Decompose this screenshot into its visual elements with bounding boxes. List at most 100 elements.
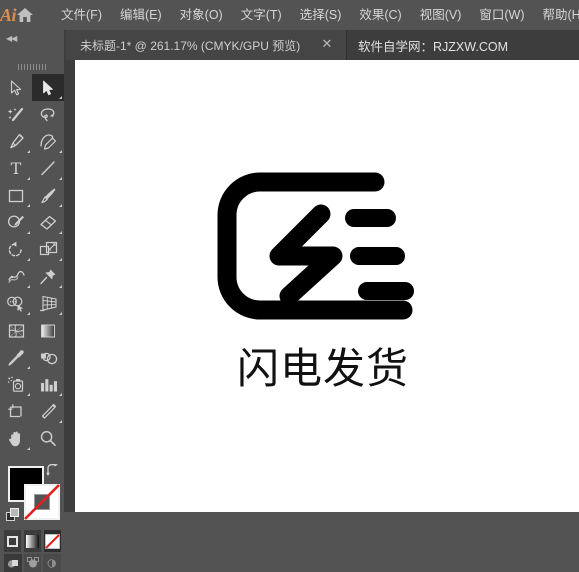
mesh-tool[interactable] <box>0 317 32 344</box>
panel-collapse-area[interactable]: ◀◀ <box>0 30 64 60</box>
eraser-tool[interactable] <box>32 209 64 236</box>
tool-flyout-indicator <box>59 258 62 261</box>
app-logo: Ai <box>0 4 17 25</box>
tool-flyout-indicator <box>27 447 30 450</box>
canvas-gutter <box>64 60 75 512</box>
paintbrush-tool[interactable] <box>32 182 64 209</box>
pushpin-icon <box>40 269 56 285</box>
symbol-sprayer-tool[interactable] <box>0 371 32 398</box>
solid-color-icon <box>7 535 18 547</box>
bar-graph-icon <box>40 378 57 391</box>
swap-arrow-icon[interactable] <box>45 463 59 480</box>
draw-normal-icon <box>7 560 18 568</box>
menu-help[interactable]: 帮助(H) <box>534 0 579 30</box>
tool-flyout-indicator <box>59 312 62 315</box>
draw-normal-button[interactable] <box>4 554 22 572</box>
blend-tool[interactable] <box>32 344 64 371</box>
none-slash-icon <box>24 484 60 520</box>
lasso-tool[interactable] <box>32 101 64 128</box>
slice-tool[interactable] <box>32 398 64 425</box>
pen-icon <box>10 133 24 149</box>
arrow-outline-icon <box>10 79 21 95</box>
menu-bar: Ai 文件(F) 编辑(E) 对象(O) 文字(T) 选择(S) 效果(C) 视… <box>0 0 579 30</box>
width-tool[interactable] <box>0 263 32 290</box>
hand-tool[interactable] <box>0 425 32 452</box>
zoom-tool[interactable] <box>32 425 64 452</box>
none-mode-button[interactable] <box>44 530 61 552</box>
watermark-label: 软件自学网：RJZXW.COM <box>358 39 508 54</box>
type-tool[interactable]: T <box>0 155 32 182</box>
paint-mode-bar <box>4 530 61 552</box>
perspective-grid-tool[interactable] <box>32 290 64 317</box>
menu-effect[interactable]: 效果(C) <box>350 0 410 30</box>
artboard-tool[interactable] <box>0 398 32 425</box>
curvature-icon <box>40 134 57 150</box>
collapse-panel-icon[interactable]: ◀◀ <box>6 34 17 43</box>
color-controls <box>0 460 64 572</box>
rectangle-icon <box>8 189 24 202</box>
tool-flyout-indicator <box>59 420 62 423</box>
menu-type[interactable]: 文字(T) <box>232 0 291 30</box>
artwork-caption-wrap[interactable]: 闪电发货 <box>203 348 443 390</box>
selection-tool[interactable] <box>0 74 32 101</box>
menu-file[interactable]: 文件(F) <box>52 0 111 30</box>
eraser-icon <box>40 215 57 230</box>
scale-icon <box>39 241 57 256</box>
tool-flyout-indicator <box>27 393 30 396</box>
tool-flyout-indicator <box>27 231 30 234</box>
tool-flyout-indicator <box>27 204 30 207</box>
none-slash-icon <box>45 533 60 549</box>
gradient-icon <box>41 324 55 337</box>
default-fill-stroke-icon[interactable] <box>6 508 20 522</box>
shape-builder-icon <box>7 296 24 312</box>
magic-wand-tool[interactable] <box>0 101 32 128</box>
free-transform-tool[interactable] <box>32 263 64 290</box>
artboard-canvas[interactable]: 闪电发货 <box>75 60 579 512</box>
tool-flyout-indicator <box>59 96 62 99</box>
artwork-caption: 闪电发货 <box>236 344 409 393</box>
tool-flyout-indicator <box>27 366 30 369</box>
blend-icon <box>40 352 57 364</box>
magic-wand-icon <box>7 107 24 121</box>
draw-inside-button[interactable] <box>43 554 62 572</box>
stroke-swatch[interactable] <box>24 484 60 520</box>
rotate-tool[interactable] <box>0 236 32 263</box>
line-segment-tool[interactable] <box>32 155 64 182</box>
menu-select[interactable]: 选择(S) <box>291 0 351 30</box>
logo-lightning-bolt <box>269 204 343 306</box>
home-icon[interactable] <box>16 0 34 30</box>
shaper-pencil-icon <box>7 215 24 228</box>
draw-behind-button[interactable] <box>23 554 42 572</box>
shape-builder-tool[interactable] <box>0 290 32 317</box>
document-tab[interactable]: 未标题-1* @ 261.17% (CMYK/GPU 预览) ✕ <box>66 30 347 60</box>
arrow-filled-icon <box>42 80 53 95</box>
artwork-group[interactable]: 闪电发货 <box>75 60 579 512</box>
gradient-tool[interactable] <box>32 317 64 344</box>
svg-text:T: T <box>11 160 22 177</box>
eyedropper-tool[interactable] <box>0 344 32 371</box>
pen-tool[interactable] <box>0 128 32 155</box>
gradient-mode-button[interactable] <box>24 530 41 552</box>
tool-flyout-indicator <box>27 285 30 288</box>
mesh-icon <box>8 323 24 338</box>
rectangle-tool[interactable] <box>0 182 32 209</box>
lightning-delivery-logo[interactable] <box>215 170 445 330</box>
menu-object[interactable]: 对象(O) <box>171 0 232 30</box>
menu-edit[interactable]: 编辑(E) <box>111 0 171 30</box>
rotate-icon <box>8 241 22 257</box>
curvature-tool[interactable] <box>32 128 64 155</box>
direct-selection-tool[interactable] <box>32 74 64 101</box>
color-mode-button[interactable] <box>4 530 21 552</box>
column-graph-tool[interactable] <box>32 371 64 398</box>
tools-panel-grip[interactable] <box>0 60 64 74</box>
symbol-sprayer-icon <box>7 376 23 392</box>
menu-view[interactable]: 视图(V) <box>411 0 471 30</box>
tool-flyout-indicator <box>27 312 30 315</box>
close-icon[interactable]: ✕ <box>320 37 334 51</box>
shaper-tool[interactable] <box>0 209 32 236</box>
menu-window[interactable]: 窗口(W) <box>470 0 533 30</box>
lasso-icon <box>40 107 55 121</box>
scale-tool[interactable] <box>32 236 64 263</box>
magnifier-icon <box>40 431 56 446</box>
perspective-grid-icon <box>39 295 57 312</box>
